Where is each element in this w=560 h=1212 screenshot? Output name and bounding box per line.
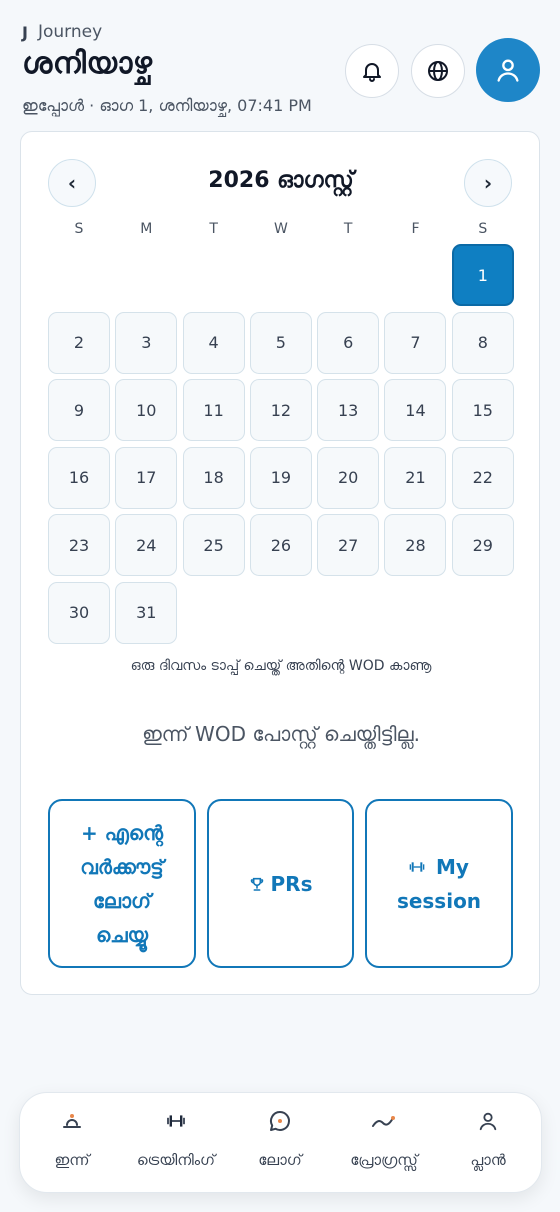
profile-button[interactable]: [476, 38, 540, 102]
plus-icon: +: [81, 820, 98, 845]
calendar-day[interactable]: 20: [317, 446, 380, 509]
calendar-day[interactable]: 29: [451, 514, 514, 576]
calendar-day[interactable]: 6: [317, 311, 380, 374]
calendar-day[interactable]: 5: [249, 311, 312, 374]
calendar-day[interactable]: 18: [182, 446, 245, 509]
bottom-navigation: ഇന്ന് ട്രെയിനിംഗ് ലോഗ് പ്രോഗ്രസ്സ് പ്ലാൻ: [19, 1092, 542, 1193]
calendar-day[interactable]: 17: [115, 446, 178, 509]
weekday-label: F: [411, 221, 420, 237]
calendar-day[interactable]: 14: [384, 379, 447, 441]
calendar-day[interactable]: 22: [451, 446, 514, 509]
weekday-label: S: [74, 221, 84, 237]
tab-log[interactable]: ലോഗ്: [228, 1093, 332, 1194]
tab-label: പ്ലാൻ: [470, 1151, 506, 1169]
page-title: ശനിയാഴ്ച: [22, 46, 153, 81]
calendar-day[interactable]: 8: [451, 311, 514, 374]
empty-cell: [48, 244, 110, 306]
month-title: 2026 ഓഗസ്റ്റ്: [208, 168, 354, 193]
calendar-day[interactable]: 21: [384, 446, 447, 509]
wod-empty-message: ഇന്ന് WOD പോസ്റ്റ് ചെയ്തിട്ടില്ല.: [142, 722, 420, 746]
tab-training[interactable]: ട്രെയിനിംഗ്: [124, 1093, 228, 1194]
prs-label: PRs: [270, 871, 313, 896]
log-workout-content: + എന്റെ വർക്കൗട്ട് ലോഗ് ചെയ്യൂ: [64, 816, 180, 952]
sunrise-icon: [60, 1109, 84, 1133]
calendar-day-selected[interactable]: 1: [451, 244, 514, 306]
calendar-day[interactable]: 24: [115, 514, 178, 576]
calendar-day[interactable]: 25: [182, 514, 245, 576]
weekday-label: T: [209, 221, 218, 237]
empty-cell: [183, 244, 245, 306]
tab-label: ഇന്ന്: [54, 1151, 90, 1169]
app-header: J Journey ശനിയാഴ്ച ഇപ്പോൾ · ഓഗ 1, ശനിയാഴ…: [0, 0, 560, 130]
brand-name: Journey: [37, 22, 103, 42]
empty-cell: [384, 244, 446, 306]
calendar-grid: 1 2 3 4 5 6 7 8 9 10 11 12 13 14 15 16 17 18 19 20 21 22 23 24 2…: [48, 244, 514, 644]
tab-label: പ്രോഗ്രസ്സ്: [350, 1151, 418, 1169]
tab-progress[interactable]: പ്രോഗ്രസ്സ്: [332, 1093, 436, 1194]
calendar-day[interactable]: 13: [317, 379, 380, 441]
calendar-day[interactable]: 2: [48, 311, 110, 374]
calendar-day[interactable]: 27: [317, 514, 380, 576]
log-workout-button[interactable]: + എന്റെ വർക്കൗട്ട് ലോഗ് ചെയ്യൂ: [48, 799, 196, 968]
calendar-day[interactable]: 16: [48, 446, 110, 509]
dumbbell-icon: [165, 1109, 187, 1133]
bell-icon: [363, 63, 381, 82]
calendar-day[interactable]: 19: [249, 446, 312, 509]
brand: J Journey: [22, 22, 102, 42]
weekday-header: SMTWTFS: [48, 221, 514, 237]
weekday-label: S: [478, 221, 488, 237]
my-session-content: My session: [381, 850, 497, 918]
weekday-label: T: [343, 221, 353, 237]
next-month-button[interactable]: ›: [464, 159, 512, 207]
calendar-day[interactable]: 31: [115, 581, 178, 644]
empty-cell: [115, 244, 177, 306]
chat-icon: [268, 1109, 292, 1133]
calendar-day[interactable]: 28: [384, 514, 447, 576]
calendar-day[interactable]: 30: [48, 581, 110, 644]
dumbbell-icon: [409, 861, 425, 872]
notifications-button[interactable]: [345, 44, 399, 98]
calendar-day[interactable]: 3: [115, 311, 178, 374]
weekday-label: M: [140, 221, 153, 237]
brand-mark: J: [22, 22, 28, 42]
empty-cell: [250, 244, 312, 306]
trend-icon: [371, 1109, 397, 1133]
tab-label: ട്രെയിനിംഗ്: [136, 1151, 216, 1169]
globe-icon: [428, 61, 448, 81]
user-icon: [497, 59, 519, 82]
tab-label: ലോഗ്: [258, 1151, 302, 1169]
calendar-day[interactable]: 10: [115, 379, 178, 441]
calendar-day[interactable]: 12: [249, 379, 312, 441]
user-icon: [477, 1109, 499, 1133]
empty-cell: [317, 244, 379, 306]
tab-plan[interactable]: പ്ലാൻ: [436, 1093, 540, 1194]
calendar-day[interactable]: 11: [182, 379, 245, 441]
calendar-day[interactable]: 26: [249, 514, 312, 576]
calendar-card: ‹ 2026 ഓഗസ്റ്റ് › SMTWTFS 1 2 3 4 5 6 7 8 9 10 11 1…: [20, 131, 540, 995]
prs-button[interactable]: PRs: [207, 799, 354, 968]
my-session-button[interactable]: My session: [365, 799, 513, 968]
calendar-day[interactable]: 15: [451, 379, 514, 441]
trophy-icon: [250, 877, 263, 891]
calendar-day[interactable]: 4: [182, 311, 245, 374]
calendar-day[interactable]: 23: [48, 514, 110, 576]
language-button[interactable]: [411, 44, 465, 98]
calendar-day[interactable]: 7: [384, 311, 447, 374]
calendar-hint: ഒരു ദിവസം ടാപ്പ് ചെയ്ത് അതിന്റെ WOD കാണൂ: [130, 658, 432, 674]
tab-today[interactable]: ഇന്ന്: [20, 1093, 124, 1194]
calendar-day[interactable]: 9: [48, 379, 110, 441]
current-datetime: ഇപ്പോൾ · ഓഗ 1, ശനിയാഴ്ച, 07:41 PM: [22, 96, 312, 115]
weekday-label: W: [273, 221, 288, 237]
